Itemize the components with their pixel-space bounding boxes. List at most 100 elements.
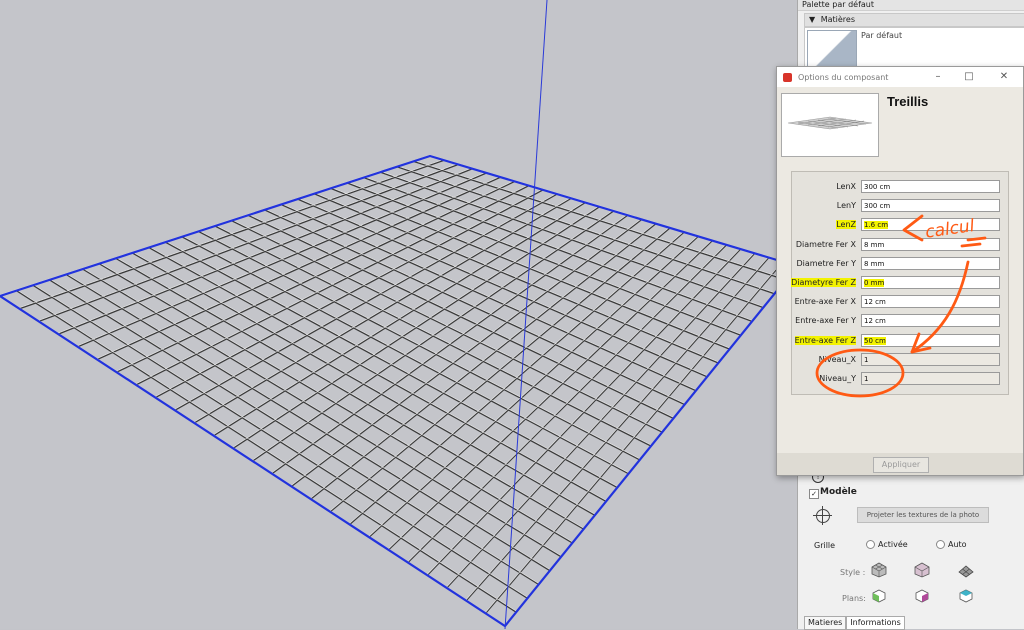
crosshair-icon-v — [822, 506, 823, 525]
mesh-bar-highlight — [349, 230, 685, 524]
tab-matieres[interactable]: Matieres — [804, 616, 847, 630]
tray-tabs: Matieres Informations — [804, 616, 905, 630]
mesh-bar — [407, 244, 727, 564]
field-value: 300 cm — [864, 202, 891, 211]
component-name: Treillis — [887, 94, 929, 109]
window-title: Options du composant — [798, 73, 889, 82]
field-value: 0 mm — [864, 279, 885, 287]
radio-circle-icon — [866, 540, 875, 549]
field-input[interactable]: 8 mm — [861, 237, 1000, 251]
apply-button[interactable]: Appliquer — [873, 457, 929, 473]
field-label-text: Niveau_X — [818, 354, 856, 364]
tray-title: Palette par défaut — [798, 0, 1024, 11]
field-label: LenX — [788, 182, 856, 191]
style-plane-icon[interactable] — [958, 562, 974, 578]
planes-label: Plans: — [842, 594, 866, 603]
field-label: Entre-axe Fer Y — [788, 316, 856, 325]
mesh-bar — [426, 248, 742, 576]
maximize-icon[interactable]: □ — [958, 70, 980, 84]
style-cube-icon[interactable] — [871, 562, 887, 578]
field-label: LenY — [788, 201, 856, 210]
field-label: Niveau_Y — [788, 374, 856, 383]
model-checkbox[interactable]: ✓ — [809, 489, 819, 499]
project-textures-button[interactable]: Projeter les textures de la photo — [857, 507, 989, 523]
plane-green-icon[interactable] — [872, 589, 888, 605]
field-label-text: LenY — [836, 201, 856, 211]
component-thumbnail — [781, 93, 879, 157]
grid-auto-label: Auto — [948, 540, 967, 549]
field-value: 300 cm — [864, 183, 891, 191]
window-titlebar[interactable]: Options du composant – □ ✕ — [777, 67, 1023, 87]
field-label: Niveau_X — [788, 355, 856, 364]
plane-purple-icon[interactable] — [915, 589, 931, 605]
materials-section-label: Matières — [820, 15, 855, 24]
field-value: 1 — [864, 375, 869, 383]
grid-label: Grille — [814, 541, 836, 550]
plane-cyan-icon[interactable] — [959, 589, 975, 605]
mesh-drawing — [0, 0, 797, 629]
field-input[interactable]: 12 cm — [861, 314, 1000, 328]
style-label: Style : — [840, 568, 866, 577]
grid-auto-radio[interactable]: Auto — [936, 540, 967, 549]
apply-bar: Appliquer — [777, 453, 1023, 475]
minimize-icon[interactable]: – — [927, 70, 949, 84]
style-cube-color-icon[interactable] — [914, 562, 930, 578]
tab-informations[interactable]: Informations — [846, 616, 905, 630]
field-input[interactable]: 12 cm — [861, 295, 1000, 309]
field-label: LenZ — [788, 220, 856, 230]
field-label: Diametyre Fer Z — [788, 278, 856, 287]
crosshair-icon — [816, 509, 830, 523]
mesh-bar-highlight — [413, 160, 786, 280]
mesh-bar-highlight — [271, 213, 628, 473]
field-input[interactable]: 1 — [861, 372, 1000, 385]
component-options-window: Options du composant – □ ✕ Treillis LenX… — [776, 66, 1024, 476]
field-value: 12 cm — [864, 298, 886, 307]
field-input[interactable]: 50 cm — [861, 333, 1000, 347]
field-label-text: LenZ — [836, 220, 856, 230]
material-name-label: Par défaut — [861, 31, 903, 40]
close-icon[interactable]: ✕ — [993, 70, 1015, 84]
sketchup-app-icon — [783, 73, 792, 82]
field-value: 12 cm — [864, 317, 886, 326]
mesh-bar-highlight — [427, 247, 741, 575]
attributes-form: LenX 300 cm LenY 300 cm LenZ 1.6 cm Diametre F… — [791, 171, 1009, 395]
field-label-text: Diametre Fer X — [795, 239, 856, 249]
mesh-outline — [0, 154, 797, 628]
field-label: Diametre Fer Y — [788, 259, 856, 268]
field-input[interactable]: 0 mm — [861, 276, 1000, 289]
mesh-bar-highlight — [347, 181, 741, 335]
field-label: Entre-axe Fer X — [788, 297, 856, 306]
field-label-text: Entre-axe Fer X — [794, 297, 856, 307]
model-label: Modèle — [820, 487, 857, 497]
field-label: Entre-axe Fer Z — [788, 335, 856, 345]
field-value: 50 cm — [864, 336, 886, 345]
grid-on-label: Activée — [878, 540, 908, 549]
grid-on-radio[interactable]: Activée — [866, 540, 908, 549]
field-input[interactable]: 1.6 cm — [861, 218, 1000, 232]
materials-section-header[interactable]: ▼ Matières — [804, 13, 1024, 27]
field-label: Diametre Fer X — [788, 240, 856, 249]
expand-triangle-icon: ▼ — [809, 15, 816, 24]
field-label-text: LenX — [836, 182, 856, 191]
model-viewport[interactable] — [0, 0, 797, 629]
field-input[interactable]: 300 cm — [861, 199, 1000, 213]
field-input[interactable]: 8 mm — [861, 256, 1000, 270]
radio-circle-icon — [936, 540, 945, 549]
mesh-bar-highlight — [396, 165, 775, 293]
field-label-text: Niveau_Y — [819, 374, 856, 383]
field-label-text: Entre-axe Fer Z — [794, 335, 856, 345]
mesh-bar-highlight — [407, 243, 727, 562]
field-input[interactable]: 300 cm — [861, 180, 1000, 193]
mesh-bar-highlight — [291, 218, 642, 486]
field-value: 8 mm — [864, 259, 885, 268]
field-value: 1.6 cm — [864, 221, 889, 230]
dialog-body: Treillis LenX 300 cm LenY 300 cm LenZ 1.6 cm D… — [777, 87, 1023, 475]
field-label-text: Diametyre Fer Z — [791, 278, 856, 287]
field-value: 1 — [864, 355, 869, 364]
field-input[interactable]: 1 — [861, 352, 1000, 366]
field-value: 8 mm — [864, 240, 885, 249]
mesh-bar-highlight — [314, 192, 719, 363]
mesh-bar-highlight — [485, 260, 784, 613]
mesh-bar-highlight — [231, 219, 663, 432]
mesh-thumbnail-image — [787, 116, 873, 130]
